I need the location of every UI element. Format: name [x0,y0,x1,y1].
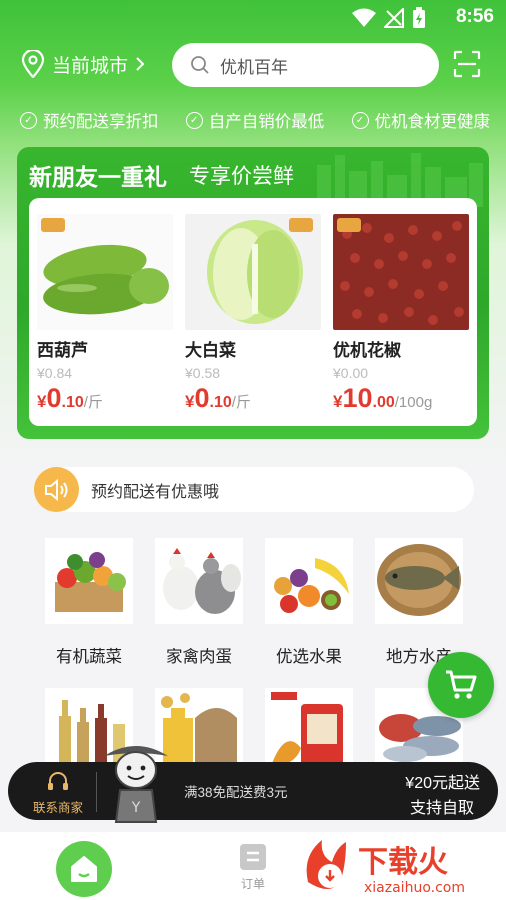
checkout-bar: 联系商家 Y 满38免配送费3元 ¥20元起送 支持自取 [8,746,498,823]
promise-item: ✓ 优机食材更健康 [351,108,491,132]
category-label: 有机蔬菜 [56,648,122,666]
category-item[interactable]: 地方水产 [369,538,469,667]
product-card[interactable]: 大白菜 ¥0.58 ¥ 0 .10 /斤 [185,214,321,414]
no-signal-icon [384,8,404,28]
price-decimal: .10 [209,394,232,411]
home-icon [71,856,97,882]
search-icon [191,56,209,74]
wifi-icon [352,8,376,27]
battery-charging-icon [413,7,425,28]
poultry-eggs-image [155,538,243,624]
shopping-cart-icon [446,670,477,699]
xiazaihuo-watermark: 下载火 xiazaihuo.com [300,836,506,898]
product-old-price: ¥0.84 [37,365,73,381]
check-circle-icon: ✓ [20,111,37,129]
product-old-price: ¥0.00 [333,365,369,381]
napa-cabbage-image [185,214,321,330]
product-name: 优机花椒 [333,341,401,360]
speaker-icon [34,467,79,512]
promo-subtitle: 专享价尝鲜 [189,165,294,188]
check-circle-icon: ✓ [351,111,369,129]
fruits-image [265,538,353,624]
search-input[interactable]: 优机百年 [172,43,439,87]
cart-button[interactable] [428,652,494,718]
price-unit: /斤 [231,394,251,411]
product-old-price: ¥0.58 [185,365,221,381]
self-pickup-text: 支持自取 [409,800,474,817]
category-label: 家禽肉蛋 [166,648,232,666]
organic-vegetables-image [45,538,133,624]
watermark-url: xiazaihuo.com [364,880,465,896]
tab-orders[interactable]: 订单 [228,842,278,892]
price-decimal: .10 [61,394,84,411]
contact-label: 联系商家 [32,801,83,815]
status-bar: 8:56 [0,0,506,34]
product-price: ¥ 0 .10 /斤 [185,383,321,414]
chevron-right-icon [136,57,145,71]
promo-product-panel: 西葫芦 ¥0.84 ¥ 0 .10 /斤 大白菜 ¥0.58 ¥ 0 .10 /… [29,198,477,426]
status-icons [352,7,426,29]
city-label: 当前城市 [52,55,129,77]
svg-text:Y: Y [131,800,141,816]
promise-text: 预约配送享折扣 [43,113,159,131]
city-selector[interactable]: 当前城市 [20,50,146,78]
price-unit: /斤 [83,394,103,411]
sichuan-pepper-image [333,214,469,330]
promise-item: ✓ 自产自销价最低 [185,108,325,132]
minimum-order-text: ¥20元起送 [405,775,480,792]
price-unit: /100g [394,394,433,411]
promise-item: ✓ 预约配送享折扣 [20,108,159,132]
header: 当前城市 优机百年 [0,40,506,90]
product-price: ¥ 0 .10 /斤 [37,383,173,414]
promise-text: 优机食材更健康 [374,113,491,131]
headset-icon [48,772,68,790]
product-name: 西葫芦 [37,341,88,360]
price-decimal: .00 [372,394,395,411]
price-integer: 0 [194,383,210,413]
order-list-icon [240,844,266,870]
free-shipping-text: 满38免配送费3元 [184,785,288,800]
scan-icon[interactable] [453,50,481,78]
promise-row: ✓ 预约配送享折扣 ✓ 自产自销价最低 ✓ 优机食材更健康 [20,108,490,132]
price-integer: 0 [46,383,62,413]
zucchini-image [37,214,173,330]
price-symbol: ¥ [185,392,195,411]
status-time: 8:56 [455,6,494,27]
notice-bar[interactable]: 预约配送有优惠哦 [34,467,474,512]
promo-title: 新朋友一重礼 [29,164,167,190]
new-user-promo-card[interactable]: 新朋友一重礼 专享价尝鲜 西葫芦 ¥0.84 ¥ 0 .10 /斤 大白菜 ¥0… [17,147,489,439]
category-label: 优选水果 [276,648,342,666]
search-placeholder: 优机百年 [220,57,288,77]
promise-text: 自产自销价最低 [208,113,325,131]
farmer-mascot-icon: Y [104,746,168,823]
product-card[interactable]: 优机花椒 ¥0.00 ¥ 10 .00 /100g [333,214,469,414]
price-symbol: ¥ [333,392,343,411]
watermark-brand: 下载火 [358,845,448,880]
check-circle-icon: ✓ [185,111,203,129]
notice-text: 预约配送有优惠哦 [91,483,220,501]
product-name: 大白菜 [185,341,236,360]
price-integer: 10 [342,383,373,413]
product-card[interactable]: 西葫芦 ¥0.84 ¥ 0 .10 /斤 [37,214,173,414]
location-pin-icon [21,50,45,78]
price-symbol: ¥ [37,392,47,411]
divider [96,772,97,812]
contact-merchant-button[interactable]: 联系商家 [28,770,88,816]
tab-home[interactable] [56,841,112,897]
product-price: ¥ 10 .00 /100g [333,383,469,414]
category-item[interactable]: 家禽肉蛋 [149,538,249,667]
seafood-image [375,538,463,624]
category-item[interactable]: 优选水果 [259,538,359,667]
tab-orders-label: 订单 [240,877,265,891]
category-item[interactable]: 有机蔬菜 [39,538,139,667]
